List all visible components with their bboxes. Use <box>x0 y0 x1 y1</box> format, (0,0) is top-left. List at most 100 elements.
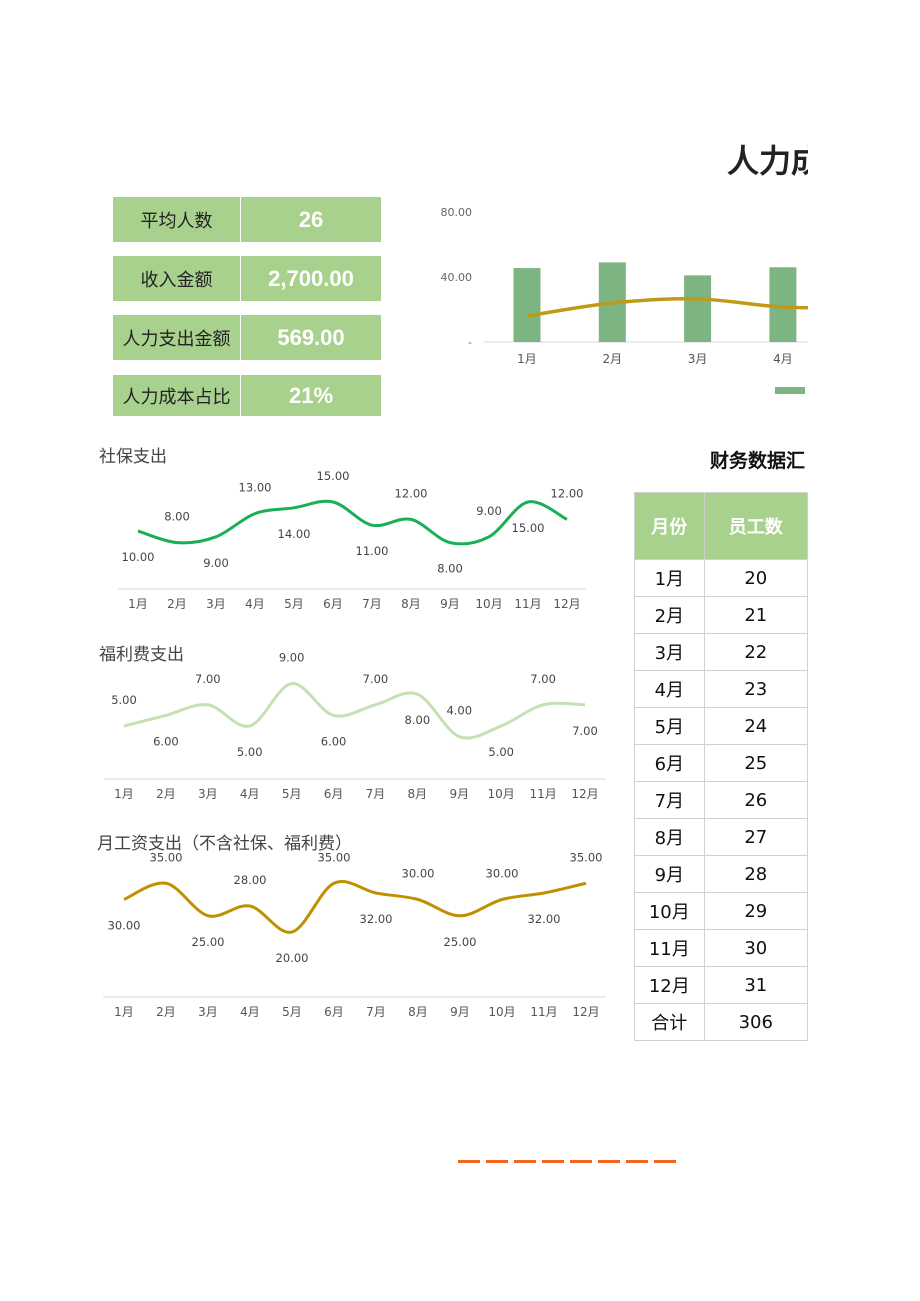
data-label: 25.00 <box>192 935 225 949</box>
x-tick-label: 3月 <box>688 352 708 366</box>
x-tick-label: 4月 <box>240 1005 260 1019</box>
x-tick-label: 12月 <box>553 597 580 611</box>
x-tick-label: 10月 <box>488 1005 515 1019</box>
data-label: 8.00 <box>164 510 190 524</box>
trend-line <box>526 297 808 318</box>
x-tick-label: 6月 <box>324 1005 344 1019</box>
x-tick-label: 3月 <box>198 787 218 801</box>
footer-heading-clipped <box>458 1158 678 1164</box>
table-row: 1月 20 <box>634 559 808 597</box>
x-tick-label: 8月 <box>408 1005 428 1019</box>
table-row: 7月 26 <box>634 781 808 819</box>
month-cell: 合计 <box>634 1003 705 1041</box>
data-label: 28.00 <box>234 873 267 887</box>
x-tick-label: 8月 <box>408 787 428 801</box>
month-cell: 2月 <box>634 596 705 634</box>
data-label: 35.00 <box>150 850 183 864</box>
headcount-cell: 31 <box>703 966 808 1004</box>
data-label: 32.00 <box>528 912 561 926</box>
y-tick-label: - <box>468 336 472 349</box>
legend-swatch <box>775 387 805 394</box>
x-tick-label: 12月 <box>571 787 598 801</box>
headcount-cell: 24 <box>703 707 808 745</box>
x-tick-label: 1月 <box>517 352 537 366</box>
table-row: 12月 31 <box>634 966 808 1004</box>
data-label: 30.00 <box>486 867 519 881</box>
x-tick-label: 2月 <box>167 597 187 611</box>
data-label: 25.00 <box>444 935 477 949</box>
data-label: 11.00 <box>356 544 389 558</box>
column-header-month: 月份 <box>634 492 705 560</box>
data-label: 7.00 <box>572 724 598 738</box>
y-tick-label: 80.00 <box>441 206 473 219</box>
data-label: 14.00 <box>278 527 311 541</box>
x-tick-label: 4月 <box>240 787 260 801</box>
data-label: 35.00 <box>570 850 603 864</box>
x-tick-label: 7月 <box>366 787 386 801</box>
bar <box>769 267 797 342</box>
x-tick-label: 9月 <box>449 787 469 801</box>
table-row: 3月 22 <box>634 633 808 671</box>
data-label: 30.00 <box>402 867 435 881</box>
x-tick-label: 10月 <box>475 597 502 611</box>
data-label: 5.00 <box>237 745 263 759</box>
data-label: 20.00 <box>276 951 309 965</box>
data-label: 15.00 <box>317 469 350 483</box>
x-tick-label: 6月 <box>324 787 344 801</box>
table-row: 6月 25 <box>634 744 808 782</box>
data-label: 5.00 <box>488 745 514 759</box>
headcount-cell: 20 <box>703 559 808 597</box>
month-cell: 8月 <box>634 818 705 856</box>
bar <box>513 268 541 342</box>
data-label: 7.00 <box>195 672 221 686</box>
table-row: 合计 306 <box>634 1003 808 1041</box>
series-line <box>123 682 586 740</box>
bar <box>684 275 712 342</box>
y-tick-label: 40.00 <box>441 271 473 284</box>
data-label: 8.00 <box>405 713 431 727</box>
x-tick-label: 3月 <box>206 597 226 611</box>
data-label: 12.00 <box>551 486 584 500</box>
month-cell: 10月 <box>634 892 705 930</box>
x-tick-label: 10月 <box>488 787 515 801</box>
table-row: 11月 30 <box>634 929 808 967</box>
dashboard-sheet: 人力成 平均人数 26 收入金额 2,700.00 人力支出金额 569.00 … <box>0 0 808 1301</box>
month-cell: 4月 <box>634 670 705 708</box>
month-cell: 1月 <box>634 559 705 597</box>
table-row: 5月 24 <box>634 707 808 745</box>
x-tick-label: 11月 <box>514 597 541 611</box>
month-cell: 9月 <box>634 855 705 893</box>
table-row: 8月 27 <box>634 818 808 856</box>
headcount-cell: 28 <box>703 855 808 893</box>
x-tick-label: 3月 <box>198 1005 218 1019</box>
x-tick-label: 7月 <box>366 1005 386 1019</box>
data-label: 30.00 <box>108 919 141 933</box>
x-tick-label: 2月 <box>602 352 622 366</box>
x-tick-label: 5月 <box>282 1005 302 1019</box>
x-tick-label: 9月 <box>440 597 460 611</box>
table-title: 财务数据汇 <box>710 450 806 472</box>
headcount-cell: 21 <box>703 596 808 634</box>
x-tick-label: 1月 <box>114 1005 134 1019</box>
headcount-cell: 29 <box>703 892 808 930</box>
x-tick-label: 2月 <box>156 787 176 801</box>
x-tick-label: 9月 <box>450 1005 470 1019</box>
x-tick-label: 12月 <box>572 1005 599 1019</box>
data-label: 10.00 <box>122 550 155 564</box>
data-label: 15.00 <box>512 521 545 535</box>
data-label: 4.00 <box>446 704 472 718</box>
table-row: 9月 28 <box>634 855 808 893</box>
headcount-cell: 23 <box>703 670 808 708</box>
month-cell: 3月 <box>634 633 705 671</box>
data-label: 9.00 <box>476 504 502 518</box>
headcount-cell: 26 <box>703 781 808 819</box>
x-tick-label: 1月 <box>114 787 134 801</box>
data-label: 13.00 <box>239 481 272 495</box>
x-tick-label: 11月 <box>530 1005 557 1019</box>
x-tick-label: 7月 <box>362 597 382 611</box>
x-tick-label: 5月 <box>282 787 302 801</box>
month-cell: 12月 <box>634 966 705 1004</box>
data-label: 35.00 <box>318 850 351 864</box>
table-row: 10月 29 <box>634 892 808 930</box>
x-tick-label: 4月 <box>773 352 793 366</box>
